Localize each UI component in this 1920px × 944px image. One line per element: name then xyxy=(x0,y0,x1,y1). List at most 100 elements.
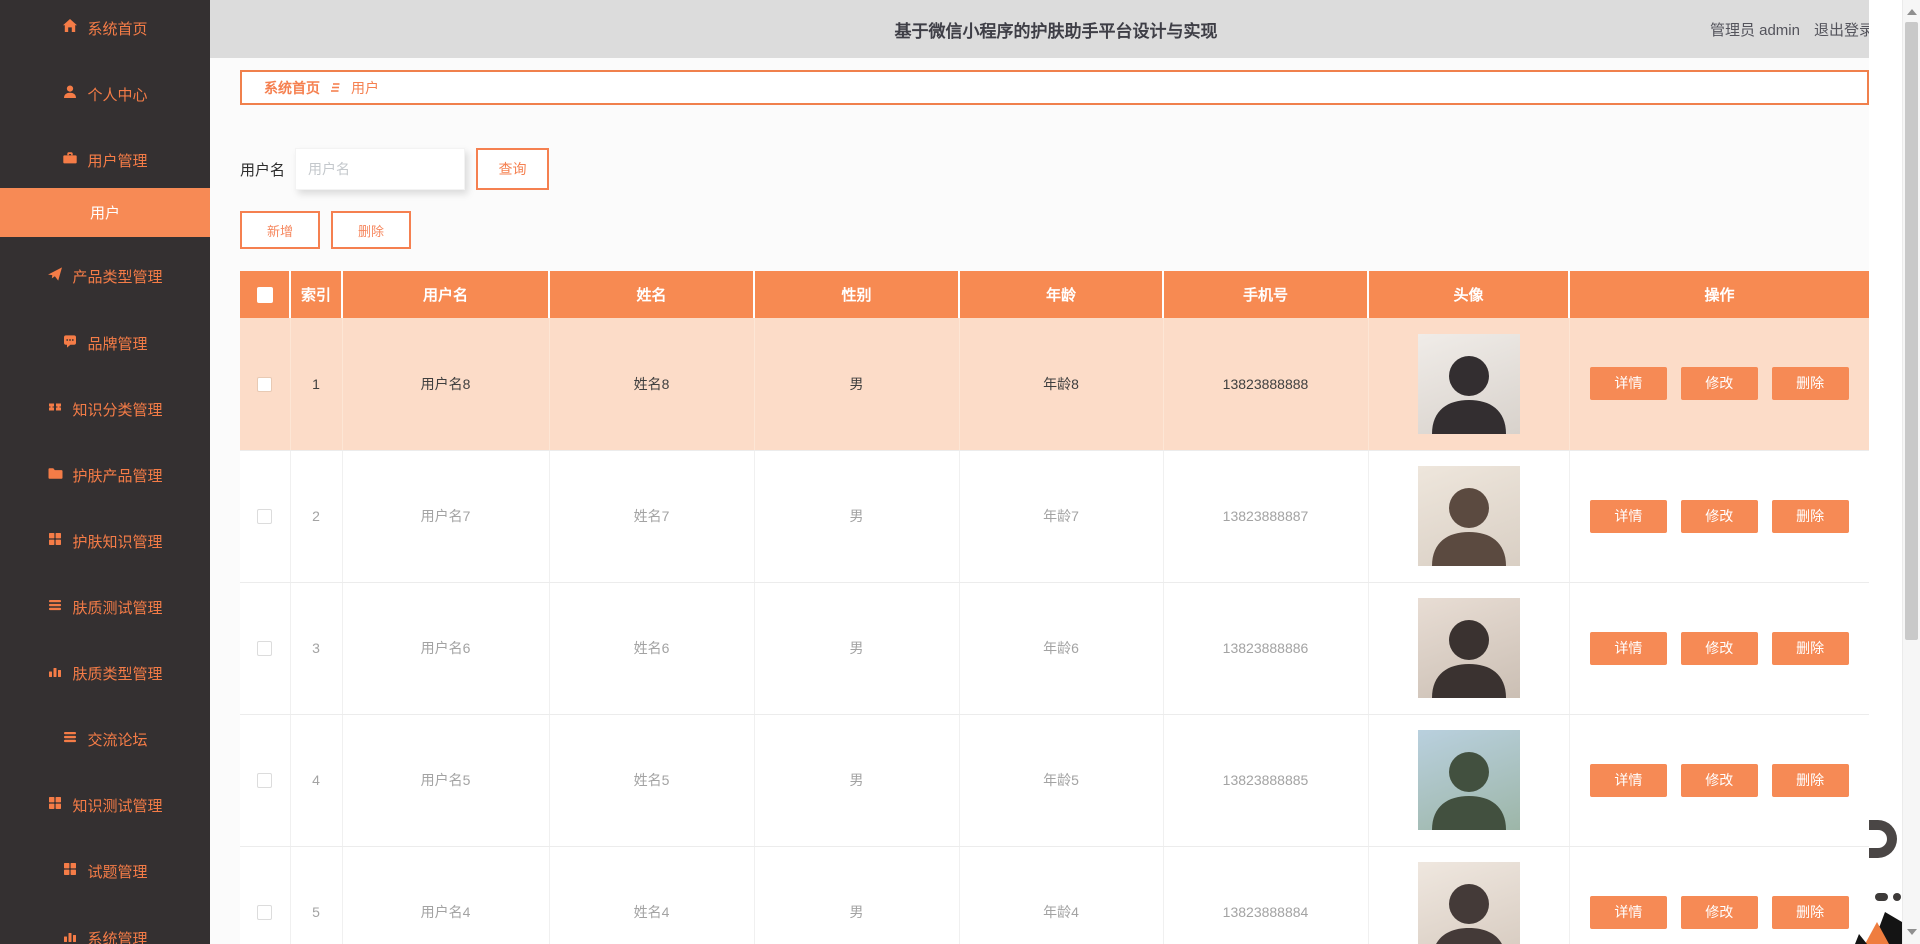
column-header-index: 索引 xyxy=(290,271,342,318)
sidebar-item-user-management[interactable]: 用户管理 xyxy=(0,148,210,172)
column-header-avatar: 头像 xyxy=(1368,271,1569,318)
sidebar-item-label: 护肤知识管理 xyxy=(72,531,162,552)
column-header-username: 用户名 xyxy=(342,271,549,318)
detail-button[interactable]: 详情 xyxy=(1590,367,1667,400)
sidebar-item-knowledge-category[interactable]: 知识分类管理 xyxy=(0,397,210,421)
cell-index: 4 xyxy=(290,714,342,846)
row-delete-button[interactable]: 删除 xyxy=(1772,764,1849,797)
column-header-phone: 手机号 xyxy=(1163,271,1368,318)
cell-age: 年龄8 xyxy=(959,318,1163,450)
user-icon xyxy=(62,84,78,104)
sidebar-item-knowledge-test[interactable]: 知识测试管理 xyxy=(0,793,210,817)
sidebar-item-system[interactable]: 系统管理 xyxy=(0,926,210,944)
username-search-input[interactable] xyxy=(295,148,465,190)
sidebar-item-label: 护肤产品管理 xyxy=(72,465,162,486)
table-row: 2 用户名7 姓名7 男 年龄7 13823888887 详情 修改 删除 xyxy=(240,450,1869,582)
cell-gender: 男 xyxy=(754,714,959,846)
scrollbar-down-arrow-icon[interactable] xyxy=(1907,929,1917,935)
query-button[interactable]: 查询 xyxy=(476,148,549,190)
cell-age: 年龄4 xyxy=(959,846,1163,944)
cell-gender: 男 xyxy=(754,450,959,582)
header-checkbox-cell xyxy=(240,271,290,318)
main-scrollbar[interactable] xyxy=(1902,0,1920,944)
sidebar-item-skincare-product[interactable]: 护肤产品管理 xyxy=(0,463,210,487)
bar-chart-icon xyxy=(47,663,63,683)
sidebar-item-home[interactable]: 系统首页 xyxy=(0,16,210,40)
edit-button[interactable]: 修改 xyxy=(1681,764,1758,797)
cell-username: 用户名8 xyxy=(342,318,549,450)
delete-button[interactable]: 删除 xyxy=(331,211,411,249)
breadcrumb-separator-icon xyxy=(329,81,342,94)
sidebar-item-users-active[interactable]: 用户 xyxy=(0,188,210,237)
detail-button[interactable]: 详情 xyxy=(1590,764,1667,797)
row-checkbox[interactable] xyxy=(257,641,272,656)
sidebar-item-product-type[interactable]: 产品类型管理 xyxy=(0,264,210,288)
cell-index: 3 xyxy=(290,582,342,714)
table-row: 1 用户名8 姓名8 男 年龄8 13823888888 详情 修改 删除 xyxy=(240,318,1869,450)
row-checkbox[interactable] xyxy=(257,509,272,524)
cell-username: 用户名4 xyxy=(342,846,549,944)
sidebar-item-label: 肤质测试管理 xyxy=(72,597,162,618)
cell-phone: 13823888886 xyxy=(1163,582,1368,714)
sidebar-item-label: 肤质类型管理 xyxy=(72,663,162,684)
home-icon xyxy=(62,18,78,38)
cell-gender: 男 xyxy=(754,318,959,450)
edit-button[interactable]: 修改 xyxy=(1681,500,1758,533)
sidebar-item-profile[interactable]: 个人中心 xyxy=(0,82,210,106)
cell-phone: 13823888885 xyxy=(1163,714,1368,846)
comment-icon xyxy=(62,333,78,353)
row-checkbox[interactable] xyxy=(257,905,272,920)
row-checkbox[interactable] xyxy=(257,773,272,788)
page-title: 基于微信小程序的护肤助手平台设计与实现 xyxy=(210,0,1902,58)
row-delete-button[interactable]: 删除 xyxy=(1772,500,1849,533)
cell-index: 2 xyxy=(290,450,342,582)
grid-icon xyxy=(62,861,78,881)
sidebar-item-label: 系统首页 xyxy=(87,18,147,39)
decoration-illustration xyxy=(1893,893,1901,901)
column-header-name: 姓名 xyxy=(549,271,754,318)
edit-button[interactable]: 修改 xyxy=(1681,367,1758,400)
sidebar-item-label: 用户 xyxy=(90,202,120,223)
table-row: 3 用户名6 姓名6 男 年龄6 13823888886 详情 修改 删除 xyxy=(240,582,1869,714)
avatar-image xyxy=(1418,730,1520,830)
cell-phone: 13823888884 xyxy=(1163,846,1368,944)
cell-gender: 男 xyxy=(754,582,959,714)
scrollbar-thumb[interactable] xyxy=(1905,22,1918,640)
admin-user-label: 管理员 admin xyxy=(1710,19,1800,40)
sidebar-item-skin-type[interactable]: 肤质类型管理 xyxy=(0,661,210,685)
cell-username: 用户名7 xyxy=(342,450,549,582)
cell-phone: 13823888887 xyxy=(1163,450,1368,582)
cell-gender: 男 xyxy=(754,846,959,944)
admin-app: 系统首页 个人中心 用户管理 用户 产品类型管理 品牌管理 知识分类管理 护肤产… xyxy=(0,0,1920,944)
detail-button[interactable]: 详情 xyxy=(1590,896,1667,929)
row-checkbox[interactable] xyxy=(257,377,272,392)
cell-index: 1 xyxy=(290,318,342,450)
detail-button[interactable]: 详情 xyxy=(1590,500,1667,533)
scrollbar-up-arrow-icon[interactable] xyxy=(1907,9,1917,15)
breadcrumb-current: 用户 xyxy=(351,78,379,98)
sidebar-item-label: 个人中心 xyxy=(87,84,147,105)
toolbar: 新增 删除 xyxy=(240,211,411,249)
column-header-age: 年龄 xyxy=(959,271,1163,318)
sidebar-item-forum[interactable]: 交流论坛 xyxy=(0,727,210,751)
select-all-checkbox[interactable] xyxy=(257,287,273,303)
breadcrumb-home-link[interactable]: 系统首页 xyxy=(264,78,320,98)
edit-button[interactable]: 修改 xyxy=(1681,632,1758,665)
row-delete-button[interactable]: 删除 xyxy=(1772,367,1849,400)
sidebar-item-skin-test[interactable]: 肤质测试管理 xyxy=(0,595,210,619)
sidebar-item-label: 产品类型管理 xyxy=(72,266,162,287)
avatar-image xyxy=(1418,334,1520,434)
row-delete-button[interactable]: 删除 xyxy=(1772,896,1849,929)
add-button[interactable]: 新增 xyxy=(240,211,320,249)
row-delete-button[interactable]: 删除 xyxy=(1772,632,1849,665)
sidebar-item-skincare-knowledge[interactable]: 护肤知识管理 xyxy=(0,529,210,553)
detail-button[interactable]: 详情 xyxy=(1590,632,1667,665)
cell-phone: 13823888888 xyxy=(1163,318,1368,450)
sidebar-item-brand[interactable]: 品牌管理 xyxy=(0,331,210,355)
sidebar-item-label: 交流论坛 xyxy=(87,729,147,750)
edit-button[interactable]: 修改 xyxy=(1681,896,1758,929)
cell-index: 5 xyxy=(290,846,342,944)
column-header-gender: 性别 xyxy=(754,271,959,318)
sidebar-item-question-bank[interactable]: 试题管理 xyxy=(0,859,210,883)
logout-link[interactable]: 退出登录 xyxy=(1814,19,1874,40)
